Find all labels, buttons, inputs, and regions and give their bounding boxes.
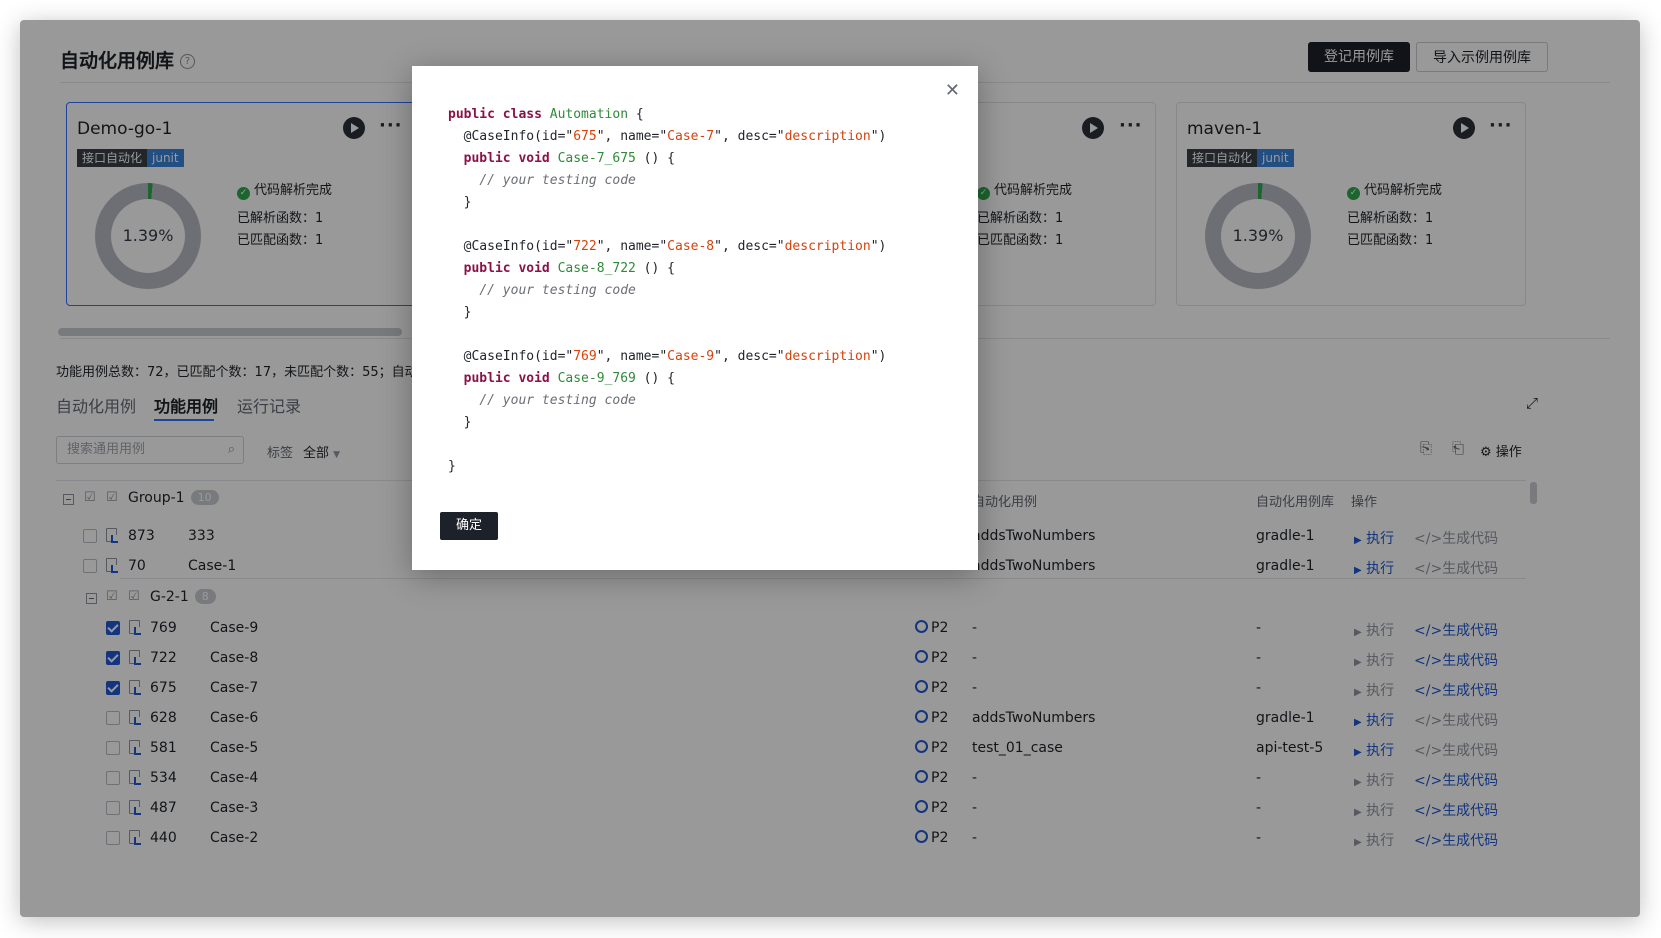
code-preview-modal: ✕ public class Automation { @CaseInfo(id…	[412, 66, 978, 570]
code-block: public class Automation { @CaseInfo(id="…	[448, 107, 887, 474]
app-window: 自动化用例库? 登记用例库 导入示例用例库 Demo-go-1 ··· 接口自动…	[20, 20, 1640, 917]
coverage-percent: 1.39%	[1232, 226, 1284, 245]
coverage-percent: 1.39%	[122, 226, 174, 245]
close-icon[interactable]: ✕	[945, 80, 960, 101]
confirm-button[interactable]: 确定	[440, 512, 498, 540]
